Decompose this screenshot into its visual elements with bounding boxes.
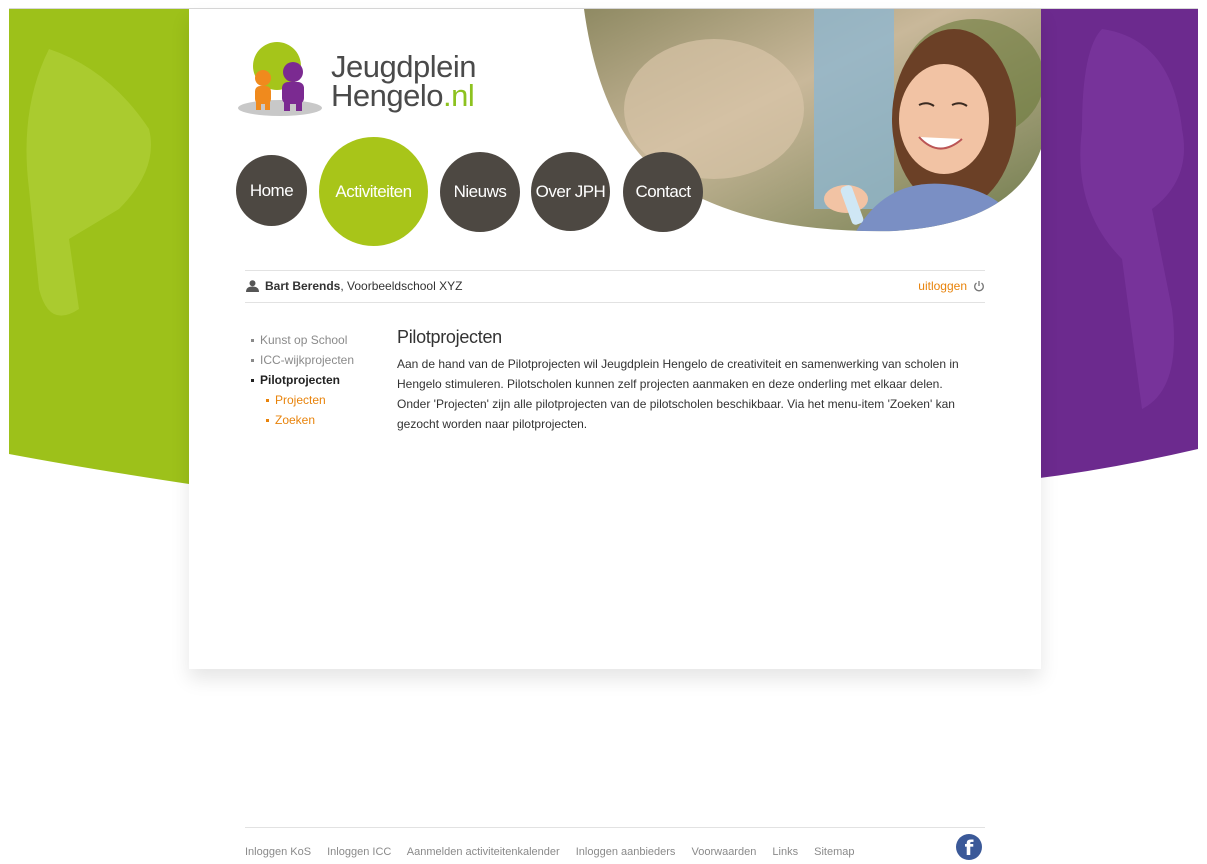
green-background-decoration: [9, 9, 189, 484]
user-school: , Voorbeeldschool XYZ: [340, 279, 463, 293]
nav-over-jph[interactable]: Over JPH: [531, 152, 610, 231]
sidebar-item-icc-wijkprojecten[interactable]: ICC-wijkprojecten: [251, 350, 381, 370]
nav-contact-label: Contact: [635, 182, 691, 201]
footer: Inloggen KoS Inloggen ICC Aanmelden acti…: [245, 827, 985, 864]
power-icon[interactable]: [973, 280, 985, 292]
nav-nieuws-label: Nieuws: [453, 182, 507, 201]
sidebar-subitem-zoeken[interactable]: Zoeken: [251, 410, 381, 430]
logout-link[interactable]: uitloggen: [918, 271, 967, 302]
sidebar-nav: Kunst op School ICC-wijkprojecten Pilotp…: [251, 330, 381, 430]
page-container: Jeugdplein Hengelo.nl Home Activiteiten …: [189, 9, 1041, 669]
nav-activiteiten-label: Activiteiten: [335, 181, 412, 201]
sidebar-item-pilotprojecten[interactable]: Pilotprojecten: [251, 370, 381, 390]
nav-contact[interactable]: Contact: [623, 152, 703, 232]
nav-nieuws[interactable]: Nieuws: [440, 152, 520, 232]
footer-link-voorwaarden[interactable]: Voorwaarden: [692, 846, 757, 858]
user-bar: Bart Berends, Voorbeeldschool XYZ uitlog…: [245, 270, 985, 303]
purple-background-decoration: [1032, 9, 1198, 479]
user-name-line: Bart Berends, Voorbeeldschool XYZ: [265, 271, 462, 302]
footer-link-inloggen-icc[interactable]: Inloggen ICC: [327, 846, 391, 858]
nav-activiteiten[interactable]: Activiteiten: [319, 137, 428, 246]
main-content: Pilotprojecten Aan de hand van de Pilotp…: [397, 327, 979, 434]
facebook-icon[interactable]: f: [956, 834, 982, 860]
footer-link-inloggen-kos[interactable]: Inloggen KoS: [245, 846, 311, 858]
logo-wordmark: Jeugdplein Hengelo.nl: [331, 49, 476, 113]
nav-over-jph-label: Over JPH: [535, 181, 606, 201]
nav-home-label: Home: [249, 180, 294, 200]
footer-links: Inloggen KoS Inloggen ICC Aanmelden acti…: [245, 846, 868, 858]
logo-line1: Jeugdplein: [331, 49, 476, 84]
page-title: Pilotprojecten: [397, 327, 502, 347]
footer-link-inloggen-aanbieders[interactable]: Inloggen aanbieders: [576, 846, 676, 858]
sidebar-item-kunst-op-school[interactable]: Kunst op School: [251, 330, 381, 350]
user-icon: [246, 280, 259, 292]
user-name: Bart Berends: [265, 279, 341, 293]
footer-link-links[interactable]: Links: [772, 846, 798, 858]
logo-suffix: .nl: [442, 78, 475, 113]
sidebar-subitem-projecten[interactable]: Projecten: [251, 390, 381, 410]
logo-children-icon: [238, 42, 322, 116]
intro-text: Aan de hand van de Pilotprojecten wil Je…: [397, 357, 959, 431]
logo-line2: Hengelo.nl: [331, 78, 476, 113]
nav-home[interactable]: Home: [236, 155, 307, 226]
site-logo[interactable]: Jeugdplein Hengelo.nl: [235, 36, 495, 126]
footer-link-sitemap[interactable]: Sitemap: [814, 846, 854, 858]
logo-line2-text: Hengelo: [331, 78, 443, 113]
footer-link-aanmelden-activiteitenkalender[interactable]: Aanmelden activiteitenkalender: [407, 846, 560, 858]
